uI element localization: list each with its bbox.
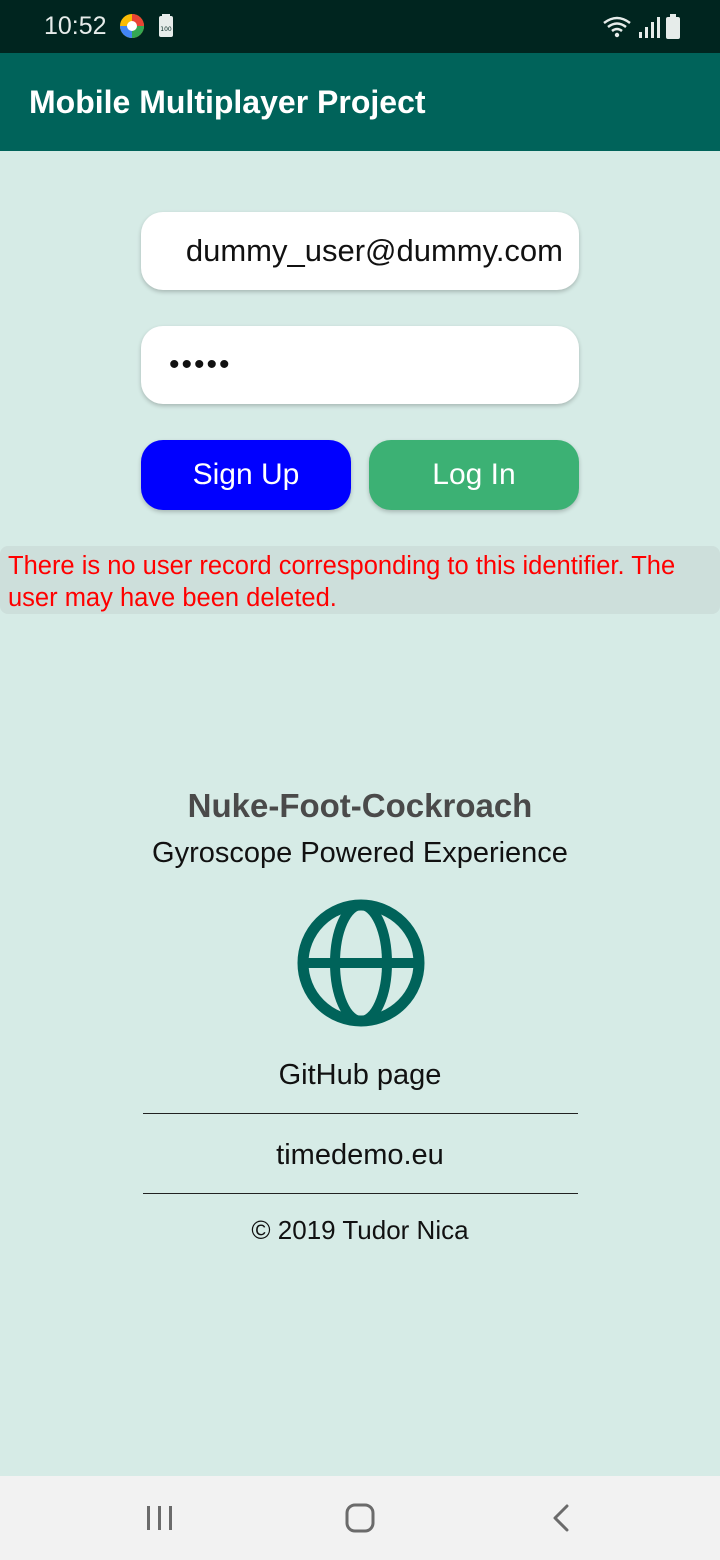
- divider: [143, 1193, 578, 1194]
- recents-icon[interactable]: [140, 1498, 180, 1538]
- app-title: Mobile Multiplayer Project: [29, 84, 426, 120]
- copyright: © 2019 Tudor Nica: [251, 1215, 469, 1245]
- error-message-box: There is no user record corresponding to…: [0, 546, 720, 614]
- brand-title: Nuke-Foot-Cockroach: [187, 787, 533, 824]
- email-field[interactable]: [141, 212, 579, 290]
- github-link[interactable]: GitHub page: [0, 1059, 720, 1092]
- status-time: 10:52: [44, 12, 107, 40]
- login-button[interactable]: Log In: [369, 440, 579, 510]
- storage-badge: 100: [160, 26, 172, 33]
- app-bar: Mobile Multiplayer Project: [0, 53, 720, 151]
- app-notification-icon: [120, 14, 144, 38]
- storage-icon: 100: [159, 14, 173, 37]
- back-icon[interactable]: [543, 1498, 583, 1538]
- wifi-icon: [603, 16, 631, 38]
- email-input[interactable]: [141, 212, 579, 290]
- status-bar: 10:52 100: [0, 0, 720, 53]
- battery-icon: [666, 14, 680, 39]
- navigation-bar: [0, 1476, 720, 1560]
- password-input[interactable]: [141, 326, 579, 404]
- password-field[interactable]: [141, 326, 579, 404]
- website-link[interactable]: timedemo.eu: [0, 1139, 720, 1172]
- home-icon[interactable]: [340, 1498, 380, 1538]
- globe-icon[interactable]: [296, 898, 426, 1028]
- signal-icon: [639, 17, 660, 38]
- brand-subtitle: Gyroscope Powered Experience: [152, 837, 568, 869]
- error-message: There is no user record corresponding to…: [8, 552, 676, 612]
- divider: [143, 1113, 578, 1114]
- signup-button[interactable]: Sign Up: [141, 440, 351, 510]
